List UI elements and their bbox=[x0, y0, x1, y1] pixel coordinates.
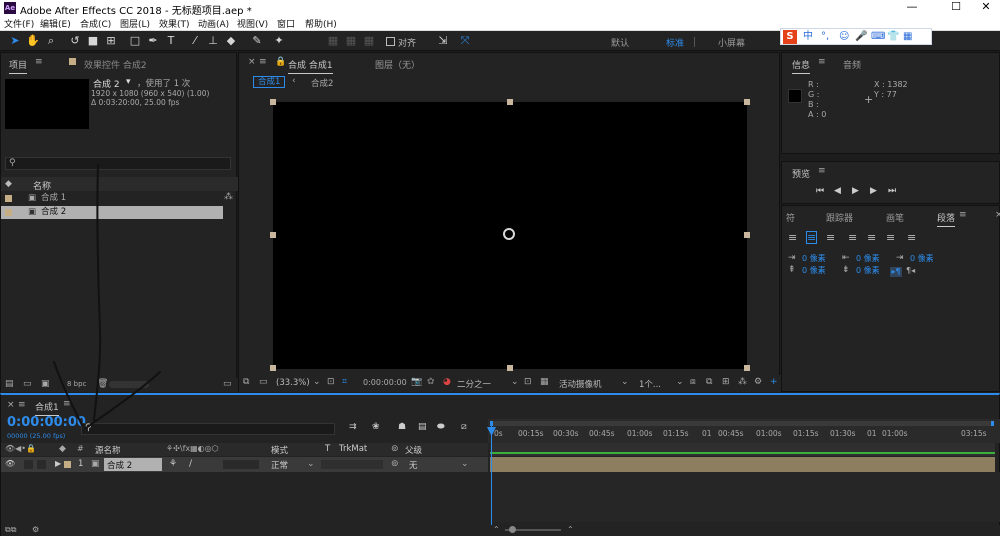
annotation-drawing bbox=[53, 164, 161, 429]
annotation-stroke bbox=[93, 164, 102, 421]
annotation-stroke bbox=[53, 361, 83, 426]
